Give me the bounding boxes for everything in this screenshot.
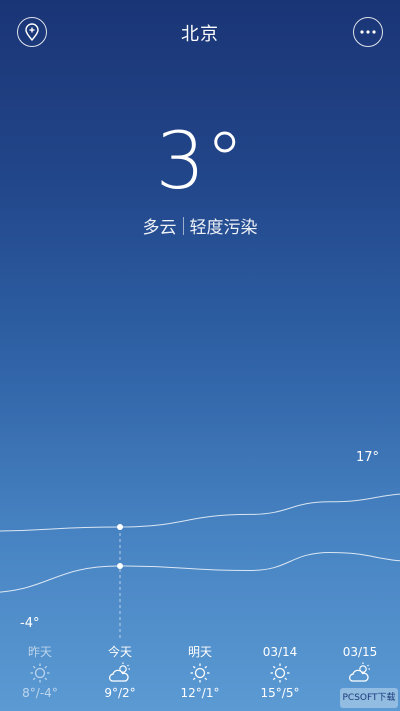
forecast-day[interactable]: 今天 9°/2° (80, 644, 160, 701)
low-temp-line (0, 551, 400, 593)
forecast-day[interactable]: 昨天 8°/-4° (0, 644, 80, 701)
forecast-day-label: 昨天 (27, 645, 52, 659)
forecast-day[interactable]: 03/14 15°/5° (240, 644, 320, 701)
sunny-icon (30, 663, 50, 683)
forecast-day-label: 03/15 (342, 645, 378, 659)
forecast-day[interactable]: 明天 12°/1° (160, 644, 240, 701)
temperature-trend-chart (0, 493, 400, 641)
forecast-temp-range: 12°/1° (180, 686, 220, 700)
max-temp-label: 17° (356, 450, 380, 465)
today-high-point (117, 524, 123, 530)
cloudy-sun-icon (349, 662, 370, 682)
forecast-temp-range: 15°/5° (260, 686, 300, 700)
forecast-day-label: 今天 (107, 645, 132, 659)
sunny-icon (270, 663, 290, 683)
forecast-day-label: 明天 (187, 645, 212, 659)
forecast-day-label: 03/14 (262, 645, 298, 659)
cloudy-sun-icon (109, 662, 130, 682)
forecast-temp-range: 9°/2° (104, 686, 136, 700)
watermark-logo: PCSOFT下载 (340, 688, 398, 708)
forecast-temp-range: 8°/-4° (22, 686, 58, 700)
sunny-icon (190, 663, 210, 683)
min-temp-label: -4° (20, 616, 40, 631)
high-temp-line (0, 493, 400, 532)
today-low-point (117, 563, 123, 569)
